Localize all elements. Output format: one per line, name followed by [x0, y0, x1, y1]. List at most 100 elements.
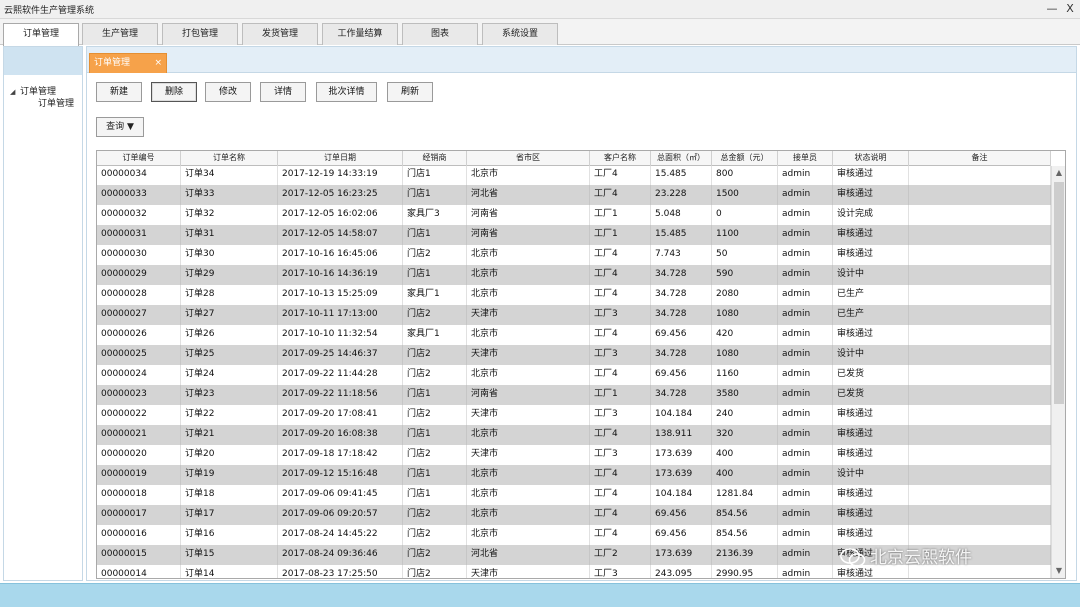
cell-total-amount: 2080	[712, 285, 778, 305]
table-row[interactable]: 00000020 订单20 2017-09-18 17:18:42 门店2 天津市 工厂3…	[97, 445, 1051, 465]
cell-receiver: admin	[778, 485, 833, 505]
cell-remarks	[909, 185, 1051, 205]
table-row[interactable]: 00000024 订单24 2017-09-22 11:44:28 门店2 北京市 工厂4…	[97, 365, 1051, 385]
cell-total-amount: 854.56	[712, 505, 778, 525]
cell-remarks	[909, 465, 1051, 485]
table-row[interactable]: 00000027 订单27 2017-10-11 17:13:00 门店2 天津市 工厂3…	[97, 305, 1051, 325]
column-header-region[interactable]: 省市区	[467, 151, 590, 166]
query-dropdown-button[interactable]: 查询 ▼	[96, 117, 144, 137]
table-row[interactable]: 00000028 订单28 2017-10-13 15:25:09 家具厂1 北京市 工厂…	[97, 285, 1051, 305]
table-row[interactable]: 00000016 订单16 2017-08-24 14:45:22 门店2 北京市 工厂4…	[97, 525, 1051, 545]
cell-receiver: admin	[778, 265, 833, 285]
column-header-receiver[interactable]: 接单员	[778, 151, 833, 166]
column-header-total-area[interactable]: 总面积（㎡）	[651, 151, 712, 166]
vertical-scrollbar[interactable]: ▲ ▼	[1051, 166, 1065, 578]
table-row[interactable]: 00000019 订单19 2017-09-12 15:16:48 门店1 北京市 工厂4…	[97, 465, 1051, 485]
table-row[interactable]: 00000026 订单26 2017-10-10 11:32:54 家具厂1 北京市 工厂…	[97, 325, 1051, 345]
column-header-order-id[interactable]: 订单编号	[97, 151, 181, 166]
close-button[interactable]: X	[1062, 1, 1078, 17]
cell-status: 审核通过	[833, 505, 909, 525]
delete-button[interactable]: 删除	[151, 82, 197, 102]
cell-region: 北京市	[467, 425, 590, 445]
scrollbar-thumb[interactable]	[1054, 182, 1064, 404]
edit-button[interactable]: 修改	[205, 82, 251, 102]
document-tab-label: 订单管理	[94, 58, 131, 68]
tab-system-settings[interactable]: 系统设置	[482, 23, 558, 45]
tab-packing-management[interactable]: 打包管理	[162, 23, 238, 45]
detail-button[interactable]: 详情	[260, 82, 306, 102]
cell-receiver: admin	[778, 166, 833, 185]
minimize-button[interactable]: —	[1044, 1, 1060, 17]
close-tab-icon[interactable]: ×	[154, 54, 162, 73]
cell-remarks	[909, 345, 1051, 365]
cell-dealer: 门店1	[403, 385, 467, 405]
table-row[interactable]: 00000033 订单33 2017-12-05 16:23:25 门店1 河北省 工厂4…	[97, 185, 1051, 205]
tab-production-management[interactable]: 生产管理	[82, 23, 158, 45]
window-title-bar: 云熙软件生产管理系统 — X	[0, 0, 1080, 19]
new-button[interactable]: 新建	[96, 82, 142, 102]
table-row[interactable]: 00000025 订单25 2017-09-25 14:46:37 门店2 天津市 工厂3…	[97, 345, 1051, 365]
table-row[interactable]: 00000021 订单21 2017-09-20 16:08:38 门店1 北京市 工厂4…	[97, 425, 1051, 445]
cell-remarks	[909, 166, 1051, 185]
cell-order-id: 00000029	[97, 265, 181, 285]
cell-order-name: 订单32	[181, 205, 278, 225]
cell-remarks	[909, 225, 1051, 245]
table-row[interactable]: 00000031 订单31 2017-12-05 14:58:07 门店1 河南省 工厂1…	[97, 225, 1051, 245]
cell-dealer: 家具厂3	[403, 205, 467, 225]
refresh-button[interactable]: 刷新	[387, 82, 433, 102]
cell-customer: 工厂4	[590, 365, 651, 385]
column-header-order-date[interactable]: 订单日期	[278, 151, 403, 166]
watermark: 北京云熙软件	[840, 543, 972, 568]
table-row[interactable]: 00000029 订单29 2017-10-16 14:36:19 门店1 北京市 工厂4…	[97, 265, 1051, 285]
cell-receiver: admin	[778, 545, 833, 565]
cell-remarks	[909, 265, 1051, 285]
cell-total-amount: 240	[712, 405, 778, 425]
tab-workload-settlement[interactable]: 工作量结算	[322, 23, 398, 45]
cell-status: 审核通过	[833, 225, 909, 245]
cell-receiver: admin	[778, 225, 833, 245]
table-row[interactable]: 00000034 订单34 2017-12-19 14:33:19 门店1 北京市 工厂4…	[97, 166, 1051, 185]
cell-order-name: 订单25	[181, 345, 278, 365]
cell-receiver: admin	[778, 365, 833, 385]
cell-order-date: 2017-10-13 15:25:09	[278, 285, 403, 305]
cell-order-name: 订单27	[181, 305, 278, 325]
column-header-remarks[interactable]: 备注	[909, 151, 1051, 166]
scroll-down-icon[interactable]: ▼	[1052, 564, 1065, 578]
cell-remarks	[909, 485, 1051, 505]
table-row[interactable]: 00000022 订单22 2017-09-20 17:08:41 门店2 天津市 工厂3…	[97, 405, 1051, 425]
cell-customer: 工厂1	[590, 385, 651, 405]
cell-order-name: 订单17	[181, 505, 278, 525]
table-row[interactable]: 00000023 订单23 2017-09-22 11:18:56 门店1 河南省 工厂1…	[97, 385, 1051, 405]
cell-region: 河北省	[467, 545, 590, 565]
column-header-order-name[interactable]: 订单名称	[181, 151, 278, 166]
cell-order-id: 00000022	[97, 405, 181, 425]
tree-expand-icon[interactable]: ◢	[10, 88, 20, 96]
tree-item-order-management[interactable]: 订单管理	[38, 96, 74, 109]
cell-remarks	[909, 445, 1051, 465]
batch-detail-button[interactable]: 批次详情	[316, 82, 377, 102]
column-header-dealer[interactable]: 经销商	[403, 151, 467, 166]
cell-order-id: 00000017	[97, 505, 181, 525]
cell-order-name: 订单18	[181, 485, 278, 505]
column-header-status[interactable]: 状态说明	[833, 151, 909, 166]
cell-order-name: 订单22	[181, 405, 278, 425]
cell-dealer: 门店2	[403, 525, 467, 545]
navigation-panel-header	[4, 47, 82, 75]
table-row[interactable]: 00000017 订单17 2017-09-06 09:20:57 门店2 北京市 工厂4…	[97, 505, 1051, 525]
tab-shipping-management[interactable]: 发货管理	[242, 23, 318, 45]
cell-total-amount: 590	[712, 265, 778, 285]
table-row[interactable]: 00000018 订单18 2017-09-06 09:41:45 门店1 北京市 工厂4…	[97, 485, 1051, 505]
column-header-total-amount[interactable]: 总金额（元）	[712, 151, 778, 166]
table-row[interactable]: 00000032 订单32 2017-12-05 16:02:06 家具厂3 河南省 工厂…	[97, 205, 1051, 225]
scroll-up-icon[interactable]: ▲	[1052, 166, 1065, 180]
table-row[interactable]: 00000030 订单30 2017-10-16 16:45:06 门店2 北京市 工厂4…	[97, 245, 1051, 265]
tab-charts[interactable]: 图表	[402, 23, 478, 45]
cell-status: 审核通过	[833, 185, 909, 205]
cell-status: 审核通过	[833, 166, 909, 185]
cell-order-id: 00000031	[97, 225, 181, 245]
document-tab-order-management[interactable]: 订单管理 ×	[89, 53, 167, 73]
cell-remarks	[909, 365, 1051, 385]
tab-order-management[interactable]: 订单管理	[3, 23, 79, 46]
cell-order-date: 2017-10-10 11:32:54	[278, 325, 403, 345]
column-header-customer[interactable]: 客户名称	[590, 151, 651, 166]
